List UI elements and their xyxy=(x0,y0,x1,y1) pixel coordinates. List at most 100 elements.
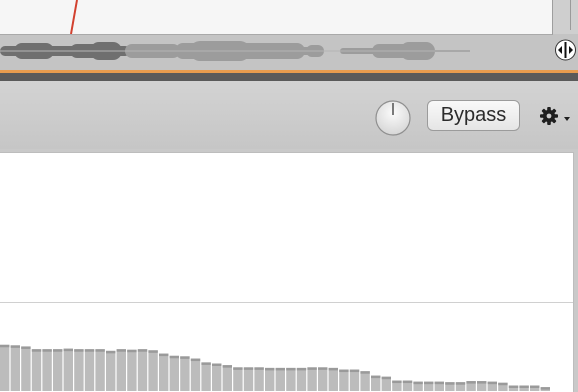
spectrum-bar-peak xyxy=(424,381,434,385)
spectrum-bar-peak xyxy=(31,349,42,352)
spectrum-bar-peak xyxy=(148,350,158,353)
spectrum-bar xyxy=(328,367,338,391)
spectrum-bar-peak xyxy=(159,353,169,357)
spectrum-bar xyxy=(0,344,10,391)
spectrum-bar-peak xyxy=(530,385,540,388)
spectrum-bar-peak xyxy=(106,350,116,354)
spectrum-bar xyxy=(159,353,169,391)
spectrum-bar-peak xyxy=(466,381,476,384)
spectrum-bar-peak xyxy=(413,381,423,385)
spectrum-bar xyxy=(201,362,211,391)
spectrum-bar-peak xyxy=(318,367,328,370)
spectrum-bar xyxy=(180,356,190,391)
spectrum-bar xyxy=(21,346,31,391)
spectrum-bar xyxy=(95,349,105,391)
spectrum-bar-peak xyxy=(392,380,402,384)
spectrum-bar-peak xyxy=(275,367,285,371)
spectrum-bar xyxy=(10,345,20,391)
spectrum-bar-peak xyxy=(0,344,10,348)
spectrum-bar xyxy=(31,349,42,391)
spectrum-bar xyxy=(360,371,370,391)
spectrum-bar-peak xyxy=(307,367,317,370)
graph-right-edge xyxy=(574,152,578,391)
spectrum-bar-peak xyxy=(137,349,148,352)
spectrum-bar xyxy=(116,349,126,391)
spectrum-bar-peak xyxy=(402,380,413,384)
playhead[interactable] xyxy=(0,0,552,34)
spectrum-bar xyxy=(307,367,317,391)
audio-waveform[interactable] xyxy=(0,35,552,67)
spectrum-bar-peak xyxy=(233,367,243,370)
spectrum-bar-peak xyxy=(434,381,444,385)
gear-icon[interactable] xyxy=(538,104,574,128)
spectrum-bar-peak xyxy=(212,363,222,366)
spectrum-bar xyxy=(137,349,148,391)
spectrum-bar-peak xyxy=(21,346,31,349)
spectrum-bar xyxy=(254,367,264,391)
spectrum-bar-peak xyxy=(84,349,95,352)
spectrum-bar xyxy=(190,358,201,391)
strip-divider xyxy=(570,0,571,30)
spectrum-bar xyxy=(127,349,137,391)
spectrum-bar-peak xyxy=(339,369,349,373)
spectrum-bar-peak xyxy=(243,367,254,370)
timeline-scroll-strip xyxy=(553,0,578,34)
spectrum-bar-peak xyxy=(201,362,211,365)
spectrum-bar-peak xyxy=(190,358,201,362)
spectrum-bar-peak xyxy=(296,367,307,371)
spectrum-bar-peak xyxy=(116,349,126,352)
split-arrows-icon[interactable] xyxy=(553,37,578,63)
knob-icon[interactable] xyxy=(374,99,412,137)
spectrum-bar xyxy=(349,369,360,391)
spectrum-bar xyxy=(148,350,158,391)
spectrum-bar xyxy=(265,367,275,391)
spectrum-bar-peak xyxy=(445,382,455,385)
spectrum-bar-peak xyxy=(10,345,20,348)
spectrum-bar-peak xyxy=(95,349,105,352)
spectrum-bar-peak xyxy=(371,375,381,379)
spectrum-bar xyxy=(42,349,52,391)
spectrum-bar xyxy=(53,349,63,391)
spectrum-bar-peak xyxy=(498,382,508,386)
spectrum-bar-peak xyxy=(265,367,275,371)
spectrum-bar-peak xyxy=(74,349,84,352)
spectrum-bar-peak xyxy=(63,348,73,352)
spectrum-bar xyxy=(74,349,84,391)
spectrum-bar-peak xyxy=(286,367,296,371)
spectrum-bar-peak xyxy=(180,356,190,359)
bypass-label: Bypass xyxy=(440,104,507,126)
spectrum-bar-peak xyxy=(53,349,63,352)
spectrum-bar-peak xyxy=(540,387,550,390)
bypass-button[interactable]: Bypass xyxy=(427,100,520,131)
spectrum-bar-peak xyxy=(519,385,529,388)
spectrum-bar xyxy=(275,367,285,391)
graph-reference-line xyxy=(0,302,573,303)
spectrum-bar-peak xyxy=(381,376,391,380)
spectrum-bar-peak xyxy=(42,349,52,352)
chevron-down-icon xyxy=(564,117,570,121)
spectrum-bar xyxy=(84,349,95,391)
spectrum-bar xyxy=(222,365,232,391)
spectrum-bar-peak xyxy=(349,369,360,373)
spectrum-bar xyxy=(63,348,73,391)
spectrum-bar xyxy=(106,350,116,391)
spectrum-bar xyxy=(286,367,296,391)
spectrum-bars xyxy=(0,344,550,391)
spectrum-bar-peak xyxy=(455,382,466,385)
spectrum-bar xyxy=(296,367,307,391)
spectrum-bar xyxy=(233,367,243,391)
panel-separator xyxy=(0,73,578,81)
spectrum-bar xyxy=(212,363,222,391)
spectrum-bar-peak xyxy=(169,355,179,359)
spectrum-bar xyxy=(243,367,254,391)
spectrum-bar xyxy=(339,369,349,391)
spectrum-bar-peak xyxy=(487,381,497,385)
spectrum-bar-peak xyxy=(360,371,370,374)
spectrum-bar-peak xyxy=(477,381,487,384)
spectrum-bar-peak xyxy=(328,367,338,371)
spectrum-bar xyxy=(169,355,179,391)
spectrum-bar-peak xyxy=(127,349,137,353)
spectrum-bar-peak xyxy=(254,367,264,370)
spectrum-bar xyxy=(318,367,328,391)
spectrum-bar-peak xyxy=(508,385,519,388)
